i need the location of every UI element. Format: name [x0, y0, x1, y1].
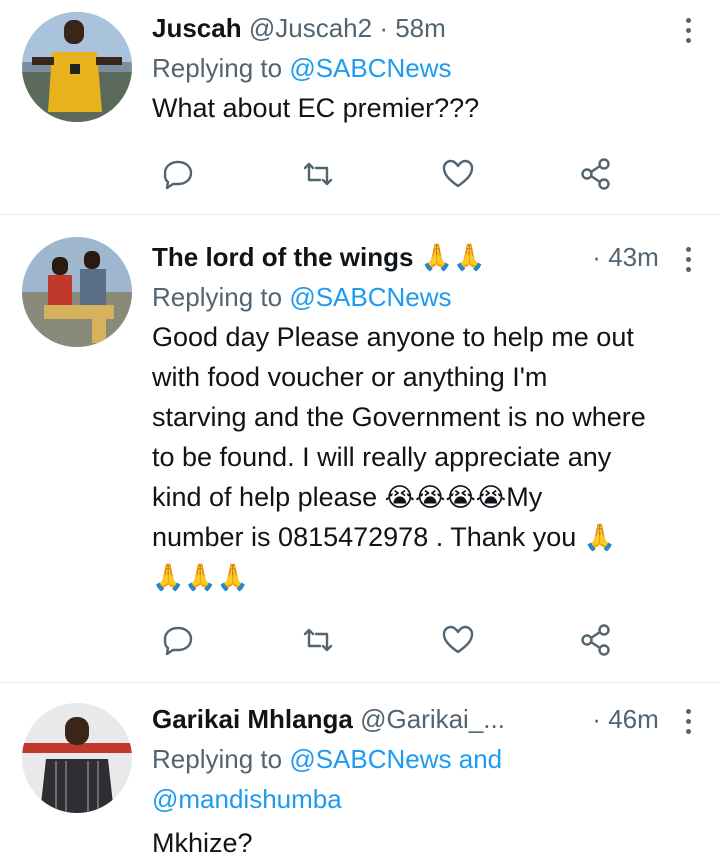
heart-icon[interactable] — [440, 156, 476, 192]
action-bar — [160, 622, 620, 662]
action-bar — [160, 156, 620, 196]
replying-to-continued: @mandishumba — [152, 779, 692, 819]
tweet-text: Mkhize? — [152, 828, 253, 858]
tweet-header: The lord of the wings 🙏🙏 · 43m — [152, 237, 692, 277]
text-segment: number is 0815472978 . Thank you — [152, 522, 584, 552]
tweet-text: Good day Please anyone to help me out wi… — [152, 317, 692, 597]
mention-link[interactable]: @mandishumba — [152, 784, 342, 814]
timestamp[interactable]: 58m — [395, 13, 446, 43]
timestamp[interactable]: 43m — [608, 242, 659, 272]
reply-icon[interactable] — [160, 622, 196, 658]
more-vertical-icon[interactable] — [684, 16, 692, 44]
tweet-text: What about EC premier??? — [152, 93, 480, 123]
praying-hands-emoji: 🙏🙏🙏 — [152, 562, 250, 592]
heart-icon[interactable] — [440, 622, 476, 658]
replying-prefix: Replying to — [152, 744, 283, 774]
avatar[interactable] — [22, 237, 132, 347]
tweet-header: Juscah @Juscah2 · 58m — [152, 8, 692, 48]
mention-link[interactable]: @SABCNews — [289, 282, 451, 312]
tweet[interactable]: The lord of the wings 🙏🙏 · 43m Replying … — [0, 215, 720, 683]
avatar[interactable] — [22, 12, 132, 122]
share-icon[interactable] — [578, 622, 614, 658]
avatar[interactable] — [22, 703, 132, 813]
text-line: 🙏🙏🙏 — [152, 557, 692, 597]
replying-to: Replying to @SABCNews — [152, 48, 692, 88]
replying-to: Replying to @SABCNews and — [152, 739, 692, 779]
crying-face-emoji: 😭😭😭😭 — [384, 482, 507, 512]
text-line: number is 0815472978 . Thank you 🙏 — [152, 517, 692, 557]
text-line: starving and the Government is no where — [152, 402, 646, 432]
text-line: kind of help please 😭😭😭😭My — [152, 477, 692, 517]
praying-hands-emoji: 🙏 — [583, 522, 617, 552]
replying-prefix: Replying to — [152, 53, 283, 83]
tweet[interactable]: Juscah @Juscah2 · 58m Replying to @SABCN… — [0, 0, 720, 215]
retweet-icon[interactable] — [300, 156, 336, 192]
tweet-header: Garikai Mhlanga @Garikai_... · 46m — [152, 699, 692, 739]
tweet[interactable]: Garikai Mhlanga @Garikai_... · 46m Reply… — [0, 683, 720, 859]
separator: · — [379, 13, 388, 43]
praying-hands-emoji: 🙏🙏 — [420, 242, 486, 272]
user-handle[interactable]: @Garikai_... — [360, 704, 505, 734]
share-icon[interactable] — [578, 156, 614, 192]
more-vertical-icon[interactable] — [684, 245, 692, 273]
mention-link[interactable]: @SABCNews and — [289, 744, 502, 774]
replying-prefix: Replying to — [152, 282, 283, 312]
separator: · — [592, 704, 601, 734]
text-line: with food voucher or anything I'm — [152, 362, 548, 392]
display-name[interactable]: The lord of the wings — [152, 242, 413, 272]
text-segment: kind of help please — [152, 482, 385, 512]
more-vertical-icon[interactable] — [684, 707, 692, 735]
separator: · — [592, 242, 601, 272]
display-name[interactable]: Garikai Mhlanga — [152, 704, 353, 734]
mention-link[interactable]: @SABCNews — [289, 53, 451, 83]
timestamp[interactable]: 46m — [608, 704, 659, 734]
text-segment: My — [506, 482, 543, 512]
retweet-icon[interactable] — [300, 622, 336, 658]
user-handle[interactable]: @Juscah2 — [249, 13, 372, 43]
replying-to: Replying to @SABCNews — [152, 277, 692, 317]
text-line: Good day Please anyone to help me out — [152, 322, 634, 352]
text-line: to be found. I will really appreciate an… — [152, 442, 612, 472]
reply-icon[interactable] — [160, 156, 196, 192]
display-name[interactable]: Juscah — [152, 13, 242, 43]
